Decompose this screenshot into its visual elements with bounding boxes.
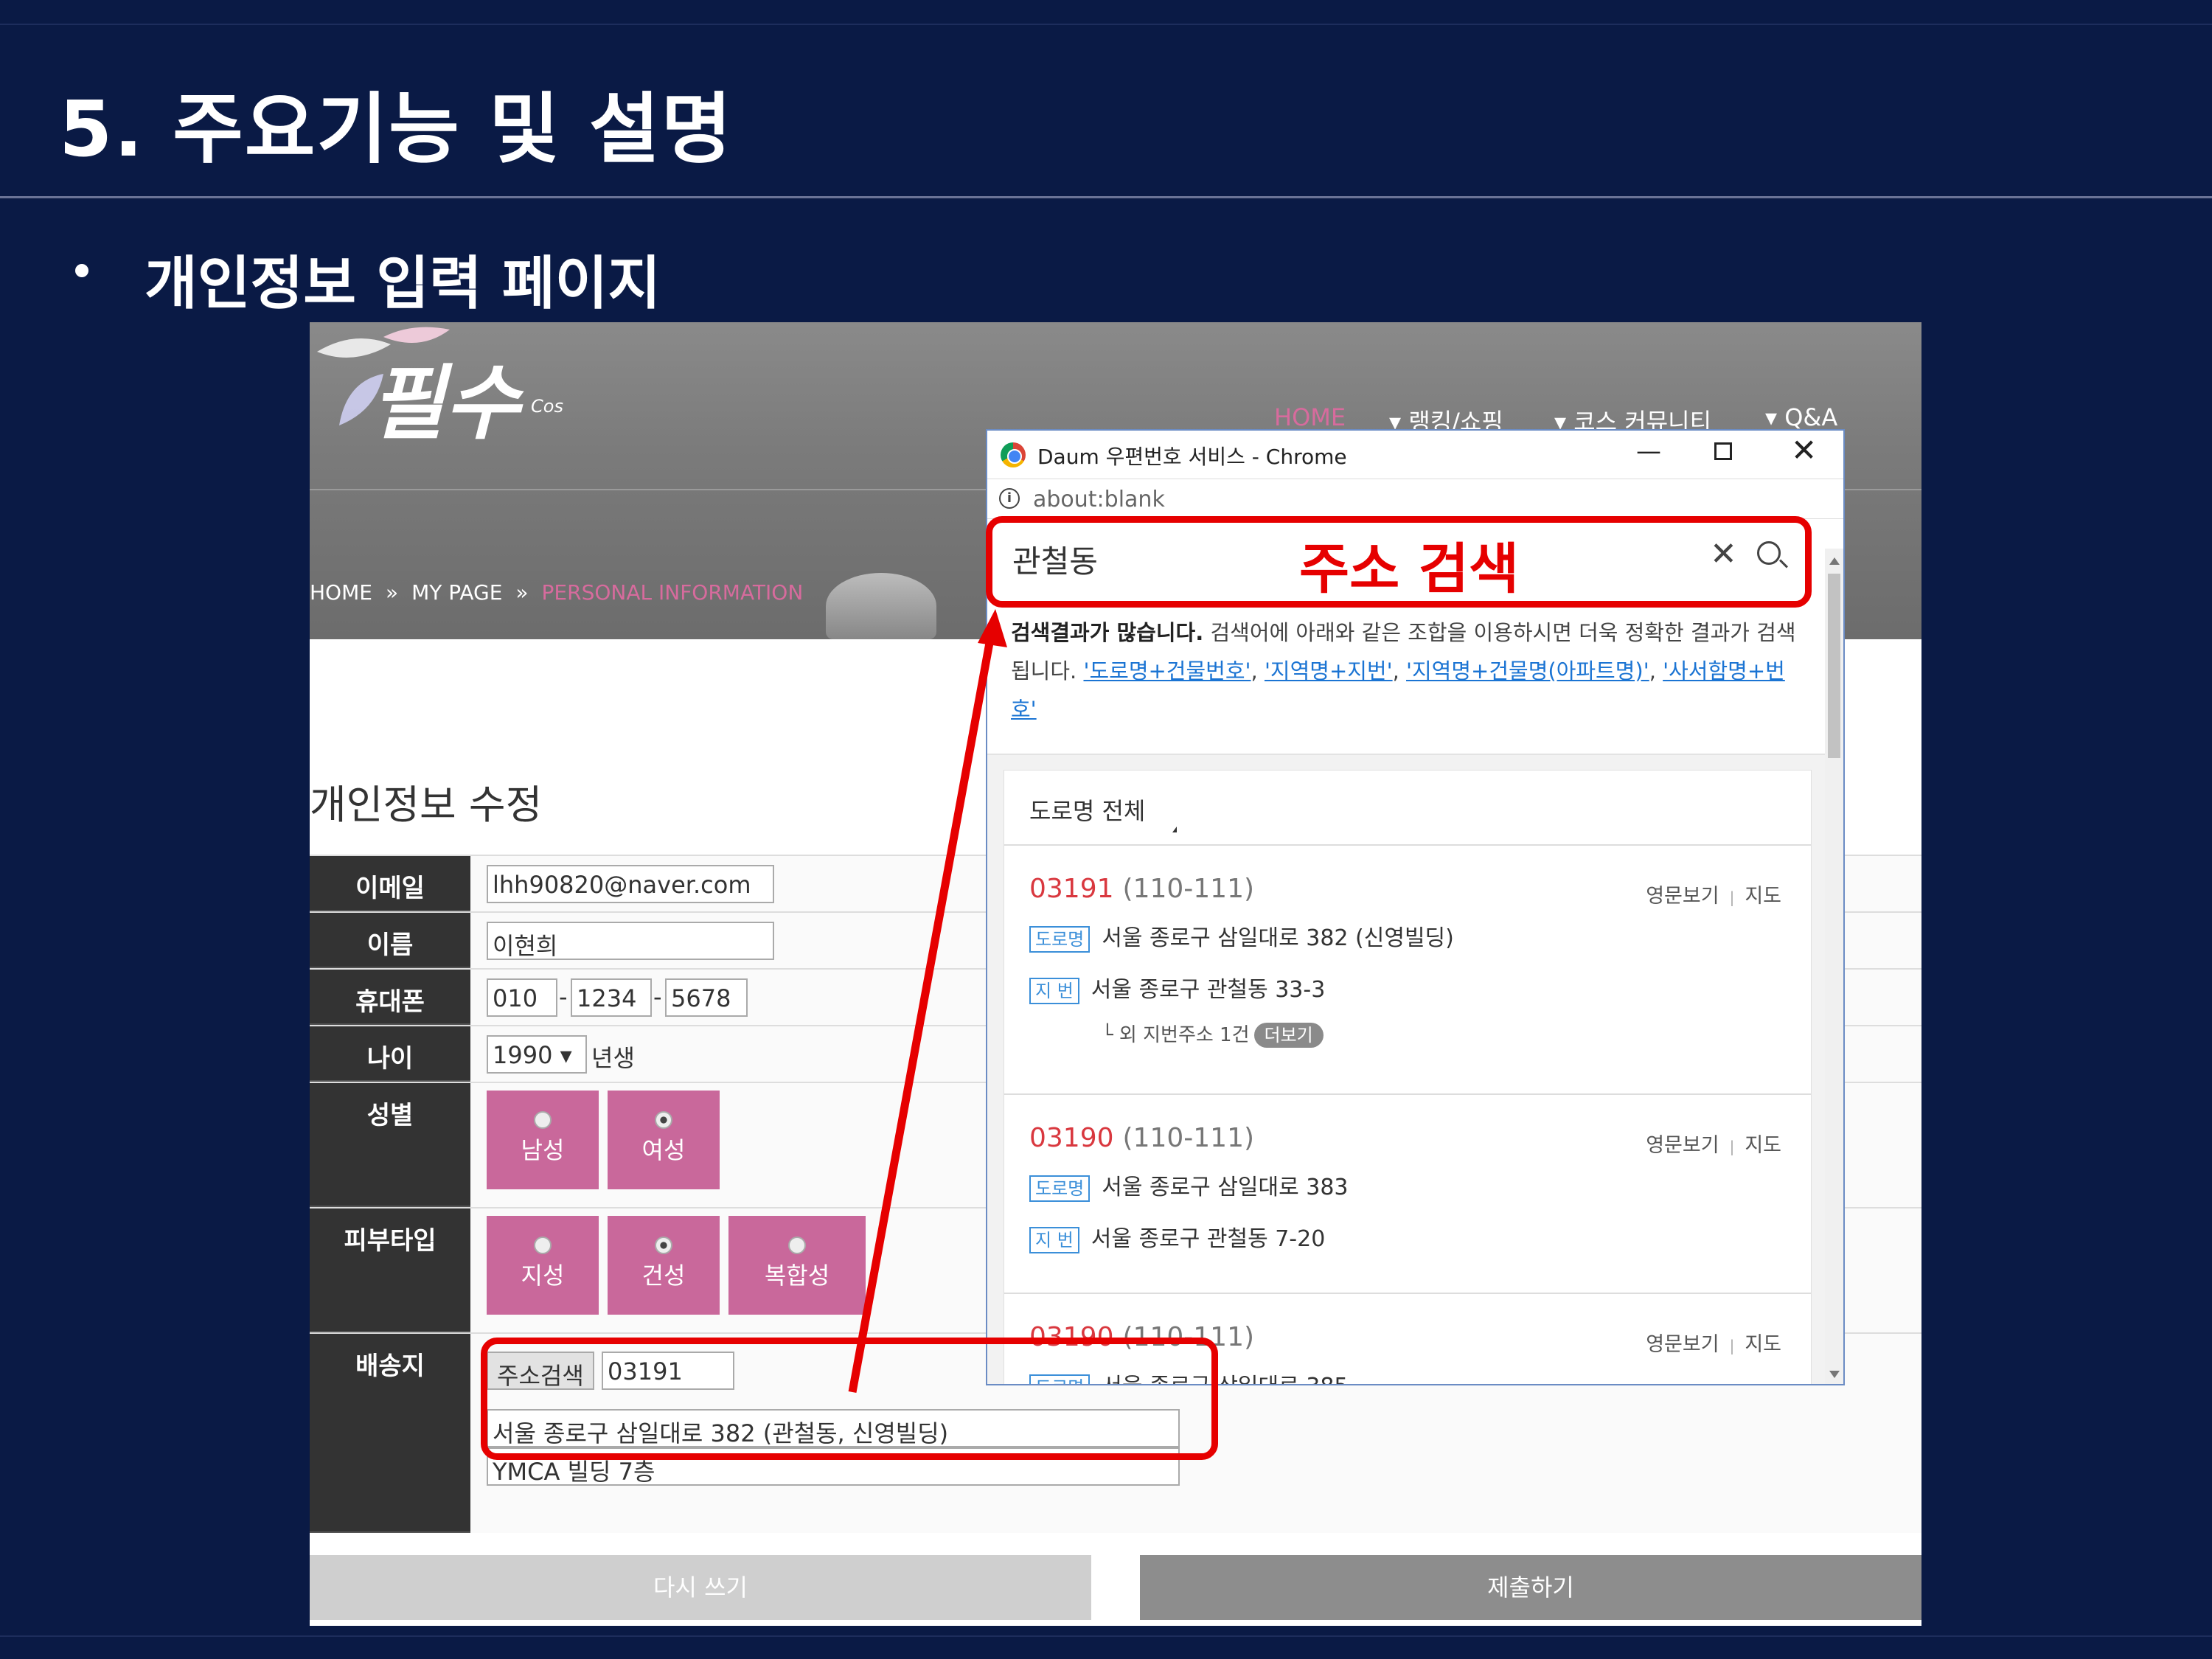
skin-option-combination[interactable]: 복합성 <box>728 1216 866 1315</box>
skin-option-dry[interactable]: 건성 <box>608 1216 720 1315</box>
radio-icon <box>788 1237 806 1254</box>
nav-qna[interactable]: ▾ Q&A <box>1765 403 1837 431</box>
slide-divider <box>0 196 2212 198</box>
notice-link-road[interactable]: '도로명+건물번호' <box>1083 658 1251 684</box>
chrome-icon <box>1001 442 1026 467</box>
result-road-address[interactable]: 서울 종로구 삼일대로 383 <box>1102 1175 1348 1200</box>
phone-field-2[interactable]: 1234 <box>571 978 652 1017</box>
breadcrumb-sep: » <box>515 580 529 605</box>
popup-url: about:blank <box>1033 487 1165 512</box>
close-icon[interactable]: ✕ <box>1791 432 1817 468</box>
phone-label: 휴대폰 <box>310 970 470 1025</box>
nav-home[interactable]: HOME <box>1274 403 1346 431</box>
popup-address-bar: i about:blank <box>987 479 1843 519</box>
result-jibun-address[interactable]: 서울 종로구 관철동 33-3 <box>1091 977 1326 1003</box>
result-item[interactable]: 03191 (110-111) 영문보기 | 지도 도로명 서울 종로구 삼일대로 38… <box>1004 846 1811 1095</box>
popup-scrollbar[interactable] <box>1825 549 1843 1384</box>
slide-bottom-line <box>0 1635 2212 1637</box>
english-view-link[interactable]: 영문보기 <box>1646 885 1719 908</box>
result-jibun-address[interactable]: 서울 종로구 관철동 7-20 <box>1091 1226 1326 1252</box>
result-postcode[interactable]: 03190 <box>1029 1123 1114 1153</box>
phone-sep: - <box>559 983 568 1011</box>
info-icon[interactable]: i <box>999 488 1020 509</box>
minimize-icon[interactable]: — <box>1636 437 1661 466</box>
phone-field-1[interactable]: 010 <box>487 978 557 1017</box>
radio-icon <box>534 1111 552 1129</box>
reset-button[interactable]: 다시 쓰기 <box>310 1555 1091 1620</box>
result-old-postcode: (110-111) <box>1122 874 1255 904</box>
form-title: 개인정보 수정 <box>310 782 543 828</box>
breadcrumb: HOME » MY PAGE » PERSONAL INFORMATION <box>310 580 803 605</box>
result-postcode[interactable]: 03191 <box>1029 874 1114 904</box>
popup-titlebar: Daum 우편번호 서비스 - Chrome — ✕ <box>987 431 1843 479</box>
address-label: 배송지 <box>310 1334 470 1533</box>
slide-top-line <box>0 24 2212 25</box>
scroll-up-icon[interactable] <box>1829 557 1840 565</box>
result-road-address[interactable]: 서울 종로구 삼일대로 382 (신영빌딩) <box>1102 925 1454 951</box>
notice-link-region-jibun[interactable]: '지역명+지번' <box>1265 658 1393 684</box>
phone-field-3[interactable]: 5678 <box>665 978 748 1017</box>
breadcrumb-sep: » <box>385 580 399 605</box>
dropdown-corner-icon <box>1172 827 1177 832</box>
jibun-tag: 지 번 <box>1029 978 1079 1004</box>
scroll-down-icon[interactable] <box>1829 1371 1840 1378</box>
slide-bullet-text: 개인정보 입력 페이지 <box>145 251 661 317</box>
result-item[interactable]: 03190(110-111) 영문보기|지도 도로명서울 종로구 삼일대로 38… <box>1004 1095 1811 1294</box>
address-highlight-box <box>481 1338 1218 1460</box>
scroll-thumb[interactable] <box>1828 574 1840 758</box>
search-notice: 검색결과가 많습니다. 검색어에 아래와 같은 조합을 이용하시면 더욱 정확한… <box>987 593 1828 755</box>
email-field[interactable]: lhh90820@naver.com <box>487 865 774 903</box>
jibun-tag: 지 번 <box>1029 1227 1079 1253</box>
notice-link-region-building[interactable]: '지역명+건물명(아파트명)' <box>1406 658 1649 684</box>
bullet-icon <box>75 264 88 277</box>
radio-selected-icon <box>655 1111 672 1129</box>
more-jibun-text: └ 외 지번주소 1건 <box>1102 1024 1250 1046</box>
map-link[interactable]: 지도 <box>1745 1333 1781 1356</box>
results-area: 도로명 전체 03191 (110-111) 영문보기 | 지도 도로명 서울 종로구 … <box>987 755 1828 1384</box>
skin-type-label: 피부타입 <box>310 1208 470 1332</box>
site-logo-sub: Cos <box>531 396 563 417</box>
birth-year-suffix: 년생 <box>591 1044 635 1072</box>
english-view-link[interactable]: 영문보기 <box>1646 1134 1719 1157</box>
map-link[interactable]: 지도 <box>1745 1134 1781 1157</box>
breadcrumb-current: PERSONAL INFORMATION <box>541 580 804 605</box>
breadcrumb-home[interactable]: HOME <box>310 580 372 605</box>
site-logo[interactable]: 필수 <box>370 337 519 455</box>
phone-sep: - <box>653 983 662 1011</box>
birth-year-select[interactable]: 1990 ▾ <box>487 1035 587 1074</box>
result-old-postcode: (110-111) <box>1122 1123 1255 1153</box>
maximize-icon[interactable] <box>1714 442 1732 460</box>
age-label: 나이 <box>310 1026 470 1082</box>
notice-bold: 검색결과가 많습니다. <box>1011 620 1204 645</box>
results-filter[interactable]: 도로명 전체 <box>1004 771 1811 846</box>
road-tag: 도로명 <box>1029 1175 1091 1202</box>
english-view-link[interactable]: 영문보기 <box>1646 1333 1719 1356</box>
more-button[interactable]: 더보기 <box>1253 1023 1324 1048</box>
header-product-image <box>826 573 936 639</box>
skin-option-oily[interactable]: 지성 <box>487 1216 599 1315</box>
gender-option-male[interactable]: 남성 <box>487 1091 599 1189</box>
slide-title: 5. 주요기능 및 설명 <box>59 84 734 174</box>
annotation-label: 주소 검색 <box>1299 538 1520 601</box>
submit-button[interactable]: 제출하기 <box>1140 1555 1921 1620</box>
gender-option-female[interactable]: 여성 <box>608 1091 720 1189</box>
breadcrumb-mypage[interactable]: MY PAGE <box>411 580 502 605</box>
popup-window-title: Daum 우편번호 서비스 - Chrome <box>1037 445 1347 469</box>
map-link[interactable]: 지도 <box>1745 885 1781 908</box>
name-label: 이름 <box>310 913 470 968</box>
name-field[interactable]: 이현희 <box>487 922 774 960</box>
results-filter-label: 도로명 전체 <box>1029 797 1146 825</box>
radio-icon <box>534 1237 552 1254</box>
road-tag: 도로명 <box>1029 926 1091 953</box>
radio-selected-icon <box>655 1237 672 1254</box>
email-label: 이메일 <box>310 856 470 911</box>
results-list: 도로명 전체 03191 (110-111) 영문보기 | 지도 도로명 서울 종로구 … <box>1004 770 1812 1384</box>
gender-label: 성별 <box>310 1083 470 1207</box>
